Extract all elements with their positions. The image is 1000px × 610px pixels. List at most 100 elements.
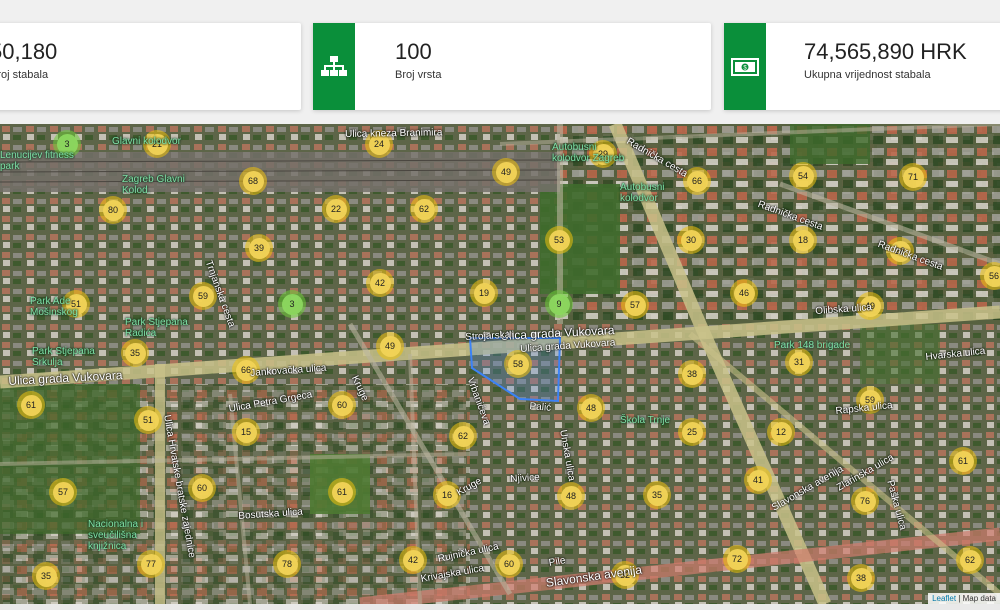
poi-label: Park Stjepana Srkulja [32, 346, 95, 368]
marker-cluster-count: 38 [681, 363, 703, 385]
map-view[interactable]: 3 21 24 29 68 49 66 54 71 80 22 62 53 30 18 28 39 42 56 51 5… [0, 124, 1000, 604]
marker-cluster-count: 62 [452, 425, 474, 447]
marker-cluster-count: 48 [580, 397, 602, 419]
marker-cluster-count: 42 [402, 549, 424, 571]
marker-cluster[interactable]: 76 [851, 487, 879, 515]
marker-cluster-count: 49 [495, 161, 517, 183]
marker-cluster[interactable]: 46 [730, 279, 758, 307]
marker-cluster[interactable]: 38 [847, 564, 875, 592]
marker-cluster[interactable]: 77 [137, 550, 165, 578]
marker-cluster[interactable]: 71 [899, 163, 927, 191]
marker-cluster[interactable]: 60 [328, 391, 356, 419]
marker-cluster[interactable]: 42 [366, 269, 394, 297]
marker-cluster-count: 42 [369, 272, 391, 294]
marker-cluster-count: 16 [436, 484, 458, 506]
marker-cluster[interactable]: 60 [188, 474, 216, 502]
marker-cluster-count: 9 [548, 293, 570, 315]
stat-value-trees: 50,180 [0, 39, 58, 64]
marker-cluster-count: 76 [854, 490, 876, 512]
marker-cluster[interactable]: 68 [239, 167, 267, 195]
marker-cluster-count: 58 [507, 353, 529, 375]
marker-cluster[interactable]: 15 [232, 418, 260, 446]
marker-cluster-count: 61 [20, 394, 42, 416]
marker-cluster-count: 71 [902, 166, 924, 188]
stat-label-species: Broj vrsta [395, 69, 442, 81]
marker-cluster-count: 57 [52, 481, 74, 503]
stat-value-species: 100 [395, 39, 432, 64]
marker-cluster[interactable]: 39 [245, 234, 273, 262]
marker-cluster-count: 61 [331, 481, 353, 503]
stat-value-total: 74,565,890 HRK [804, 39, 967, 64]
marker-cluster[interactable]: 30 [677, 226, 705, 254]
marker-cluster-count: 68 [242, 170, 264, 192]
poi-label: Park Stjepana Radića [125, 317, 188, 339]
poi-label: Autobusni kolodvor [620, 182, 665, 204]
marker-cluster[interactable]: 61 [328, 478, 356, 506]
marker-cluster-count: 31 [788, 351, 810, 373]
marker-cluster-count: 60 [191, 477, 213, 499]
marker-cluster[interactable]: 61 [949, 447, 977, 475]
marker-cluster[interactable]: 35 [32, 562, 60, 590]
marker-cluster-count: 57 [624, 294, 646, 316]
poi-label: Autobusni kolodvor Zagreb [552, 142, 625, 164]
marker-cluster[interactable]: 42 [399, 546, 427, 574]
marker-cluster-count: 18 [792, 229, 814, 251]
marker-cluster-count: 30 [680, 229, 702, 251]
marker-cluster[interactable]: 12 [767, 418, 795, 446]
marker-cluster[interactable]: 38 [678, 360, 706, 388]
marker-cluster[interactable]: 16 [433, 481, 461, 509]
leaflet-link[interactable]: Leaflet [932, 594, 956, 603]
marker-cluster[interactable]: 3 [278, 290, 306, 318]
marker-cluster-count: 77 [140, 553, 162, 575]
marker-cluster-count: 41 [747, 469, 769, 491]
marker-cluster[interactable]: 35 [643, 481, 671, 509]
marker-cluster[interactable]: 9 [545, 290, 573, 318]
marker-cluster-count: 39 [248, 237, 270, 259]
marker-cluster-count: 60 [498, 553, 520, 575]
marker-cluster[interactable]: 56 [980, 262, 1000, 290]
stats-header: 50,180 Broj stabala 100 Broj vrsta [0, 0, 1000, 124]
marker-cluster-count: 3 [281, 293, 303, 315]
marker-cluster[interactable]: 49 [376, 332, 404, 360]
marker-cluster[interactable]: 19 [470, 279, 498, 307]
marker-cluster[interactable]: 72 [723, 545, 751, 573]
marker-cluster[interactable]: 41 [744, 466, 772, 494]
marker-cluster[interactable]: 62 [449, 422, 477, 450]
poi-label: Nacionalna i sveučilišna knjižnica [88, 519, 144, 552]
marker-cluster[interactable]: 57 [621, 291, 649, 319]
street-label: Njivice [510, 471, 541, 485]
marker-cluster[interactable]: 22 [322, 195, 350, 223]
marker-cluster[interactable]: 48 [557, 482, 585, 510]
marker-cluster-count: 53 [548, 229, 570, 251]
marker-cluster-count: 35 [124, 342, 146, 364]
poi-label: Park 148 brigade [774, 340, 851, 351]
marker-cluster[interactable]: 62 [410, 195, 438, 223]
marker-cluster-count: 72 [726, 548, 748, 570]
stat-card-trees: 50,180 Broj stabala [0, 23, 301, 110]
poi-label: Glavni kolodvor [112, 136, 181, 147]
street-label: Ulica kneza Branimira [345, 127, 443, 140]
marker-cluster[interactable]: 57 [49, 478, 77, 506]
marker-cluster[interactable]: 35 [121, 339, 149, 367]
street-label: Strojarska [465, 329, 511, 343]
marker-cluster[interactable]: 51 [134, 406, 162, 434]
marker-cluster-count: 62 [413, 198, 435, 220]
marker-cluster-count: 60 [331, 394, 353, 416]
marker-cluster[interactable]: 61 [17, 391, 45, 419]
marker-cluster-count: 15 [235, 421, 257, 443]
marker-cluster[interactable]: 60 [495, 550, 523, 578]
marker-cluster[interactable]: 80 [99, 196, 127, 224]
money-icon: $ [724, 23, 766, 110]
marker-cluster[interactable]: 54 [789, 162, 817, 190]
poi-label: Zagreb Glavni Kolod. [122, 174, 185, 196]
marker-cluster[interactable]: 48 [577, 394, 605, 422]
marker-cluster-count: 35 [646, 484, 668, 506]
marker-cluster[interactable]: 31 [785, 348, 813, 376]
marker-cluster[interactable]: 62 [956, 546, 984, 574]
marker-cluster[interactable]: 78 [273, 550, 301, 578]
marker-cluster[interactable]: 53 [545, 226, 573, 254]
marker-cluster[interactable]: 49 [492, 158, 520, 186]
marker-cluster-count: 62 [959, 549, 981, 571]
map-attribution: Leaflet | Map data [928, 593, 1000, 604]
stat-card-value: $ 74,565,890 HRK Ukupna vrijednost staba… [724, 23, 1000, 110]
